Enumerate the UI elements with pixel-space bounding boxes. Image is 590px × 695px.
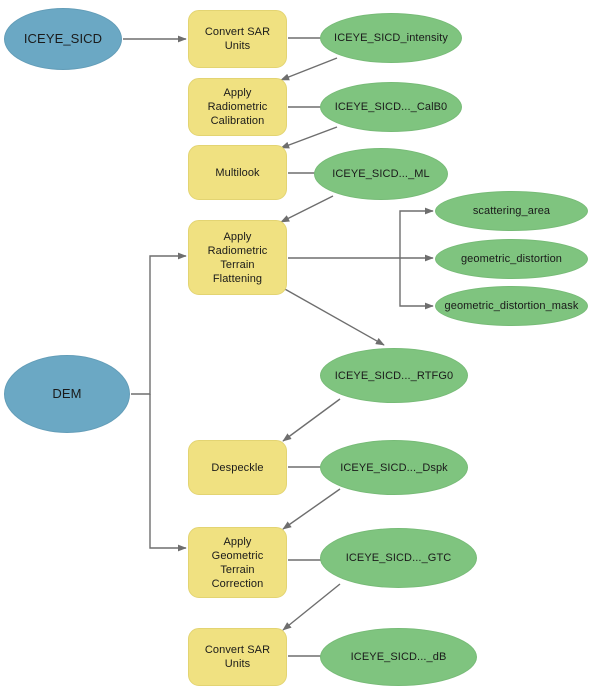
node-iceye-sicd-intensity[interactable]: ICEYE_SICD_intensity bbox=[320, 13, 462, 63]
edge-terrain-flattening-to-geometric-distortion-mask bbox=[399, 258, 434, 310]
edge-dem-to-terrain-flattening bbox=[131, 252, 187, 395]
node-label: ICEYE_SICD..._GTC bbox=[345, 552, 452, 564]
node-iceye-sicd-dspk[interactable]: ICEYE_SICD..._Dspk bbox=[320, 440, 468, 495]
node-label: Apply Geometric Terrain Correction bbox=[211, 535, 264, 590]
node-label: ICEYE_SICD..._CalB0 bbox=[334, 101, 448, 113]
node-label: Apply Radiometric Terrain Flattening bbox=[207, 230, 268, 285]
node-apply-radiometric-calibration[interactable]: Apply Radiometric Calibration bbox=[188, 78, 287, 136]
edge-terrain-flattening-to-rtfg0 bbox=[282, 287, 385, 346]
node-convert-sar-units-1[interactable]: Convert SAR Units bbox=[188, 10, 287, 68]
node-iceye-sicd-calb0[interactable]: ICEYE_SICD..._CalB0 bbox=[320, 82, 462, 132]
node-iceye-sicd-db[interactable]: ICEYE_SICD..._dB bbox=[320, 628, 477, 686]
node-apply-radiometric-terrain-flattening[interactable]: Apply Radiometric Terrain Flattening bbox=[188, 220, 287, 295]
node-despeckle[interactable]: Despeckle bbox=[188, 440, 287, 495]
edge-ml-to-terrain-flattening bbox=[280, 195, 334, 223]
node-label: Convert SAR Units bbox=[204, 644, 271, 670]
node-label: ICEYE_SICD..._Dspk bbox=[340, 461, 448, 474]
node-geometric-distortion[interactable]: geometric_distortion bbox=[435, 239, 588, 279]
edge-rtfg0-to-despeckle bbox=[282, 398, 341, 442]
edge-gtc-to-convert-sar-units-2 bbox=[282, 583, 341, 631]
node-convert-sar-units-2[interactable]: Convert SAR Units bbox=[188, 628, 287, 686]
node-apply-geometric-terrain-correction[interactable]: Apply Geometric Terrain Correction bbox=[188, 527, 287, 598]
edge-layer bbox=[123, 34, 434, 660]
node-iceye-sicd[interactable]: ICEYE_SICD bbox=[4, 8, 122, 70]
edge-dspk-to-geometric-terrain-correction bbox=[282, 488, 341, 530]
node-label: Despeckle bbox=[211, 461, 264, 474]
node-label: ICEYE_SICD..._RTFG0 bbox=[334, 369, 454, 382]
node-label: Apply Radiometric Calibration bbox=[207, 87, 268, 127]
node-geometric-distortion-mask[interactable]: geometric_distortion_mask bbox=[435, 286, 588, 326]
node-label: ICEYE_SICD..._ML bbox=[332, 168, 430, 180]
node-label: ICEYE_SICD_intensity bbox=[334, 32, 448, 44]
node-label: scattering_area bbox=[472, 205, 551, 217]
node-label: DEM bbox=[52, 386, 82, 401]
edge-terrain-flattening-to-scattering-area bbox=[288, 207, 434, 259]
node-label: Convert SAR Units bbox=[204, 26, 271, 52]
edge-calb0-to-multilook bbox=[280, 126, 338, 149]
workflow-diagram: ICEYE_SICD DEM Convert SAR Units Apply R… bbox=[0, 0, 590, 695]
node-iceye-sicd-rtfg0[interactable]: ICEYE_SICD..._RTFG0 bbox=[320, 348, 468, 403]
node-iceye-sicd-gtc[interactable]: ICEYE_SICD..._GTC bbox=[320, 528, 477, 588]
node-label: ICEYE_SICD bbox=[23, 31, 103, 46]
node-label: Multilook bbox=[215, 166, 260, 179]
node-multilook[interactable]: Multilook bbox=[188, 145, 287, 200]
edge-dem-to-geometric-terrain-correction bbox=[149, 394, 187, 552]
node-dem[interactable]: DEM bbox=[4, 355, 130, 433]
node-label: ICEYE_SICD..._dB bbox=[350, 651, 447, 663]
node-scattering-area[interactable]: scattering_area bbox=[435, 191, 588, 231]
edge-intensity-to-radiometric-calibration bbox=[280, 57, 338, 81]
node-label: geometric_distortion bbox=[460, 253, 563, 265]
node-iceye-sicd-ml[interactable]: ICEYE_SICD..._ML bbox=[314, 148, 448, 200]
node-label: geometric_distortion_mask bbox=[444, 300, 579, 312]
